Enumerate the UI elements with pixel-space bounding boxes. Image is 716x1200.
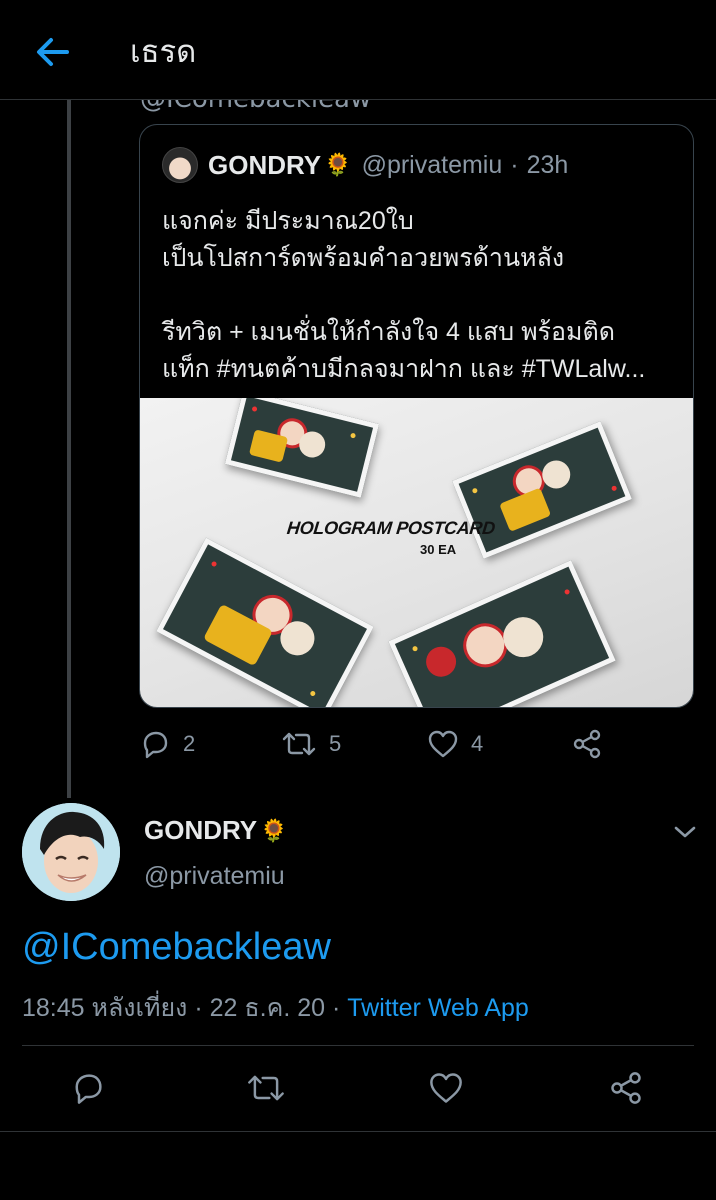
share-icon: [611, 1072, 641, 1104]
quoted-tweet-time: 23h: [526, 150, 569, 179]
heart-icon: [428, 730, 458, 758]
reply-count: 2: [183, 731, 196, 756]
postcard-image-subtitle: 30 EA: [420, 542, 457, 557]
quoted-tweet-card[interactable]: GONDRY 🌻 @privatemiu · 23h แจกค่ะ มีประม…: [139, 124, 694, 708]
postcard-image: [388, 560, 616, 707]
quoted-text-blank-line: [162, 277, 682, 314]
chevron-down-icon: [674, 826, 696, 838]
author-avatar[interactable]: [22, 803, 120, 901]
author-name-row[interactable]: GONDRY 🌻: [144, 815, 288, 846]
quoted-text-line: เป็นโปสการ์ดพร้อมคำอวยพรด้านหลัง: [162, 244, 565, 272]
postcard-image-title: HOLOGRAM POSTCARD: [286, 518, 497, 538]
tweet-time[interactable]: 18:45 หลังเที่ยง: [22, 994, 187, 1022]
page-title: เธรด: [130, 34, 197, 70]
retweet-count: 5: [329, 731, 342, 756]
retweet-icon: [248, 1075, 284, 1101]
heart-icon: [430, 1073, 462, 1103]
like-count: 4: [471, 731, 484, 756]
postcard-image: [156, 537, 374, 707]
tweet-text-mention[interactable]: @IComebackleaw: [22, 926, 331, 969]
separator-dot: ·: [331, 994, 341, 1022]
share-button[interactable]: [608, 1068, 644, 1108]
sunflower-emoji: 🌻: [324, 152, 352, 178]
tweet-action-bar: [70, 1068, 650, 1108]
retweet-button[interactable]: 5: [281, 724, 341, 764]
author-handle[interactable]: @privatemiu: [144, 862, 285, 891]
quoted-tweet-actions: 2 5 4: [139, 724, 609, 764]
quoted-author-avatar: [162, 147, 198, 183]
quoted-tweet-media[interactable]: HOLOGRAM POSTCARD 30 EA: [140, 398, 693, 707]
quoted-author-handle: @privatemiu: [361, 150, 503, 179]
postcard-image: [224, 398, 380, 498]
retweet-icon: [282, 732, 316, 756]
separator-dot: ·: [194, 994, 203, 1022]
divider: [22, 1045, 694, 1046]
share-button[interactable]: [571, 724, 603, 764]
reply-button[interactable]: 2: [139, 724, 195, 764]
back-button[interactable]: [30, 30, 74, 74]
sunflower-emoji: 🌻: [260, 817, 288, 843]
author-name: GONDRY: [144, 815, 258, 845]
divider: [0, 1131, 716, 1132]
tweet-metadata: 18:45 หลังเที่ยง · 22 ธ.ค. 20 · Twitter …: [22, 988, 529, 1028]
arrow-left-icon: [37, 38, 69, 66]
tweet-options-button[interactable]: [668, 815, 702, 849]
separator-dot: ·: [510, 150, 519, 179]
like-button[interactable]: 4: [427, 724, 483, 764]
reply-icon: [143, 731, 168, 759]
quoted-text-line: แท็ก #ทนตค้าบมีกลจมาฝาก และ #TWLalw...: [162, 355, 646, 383]
reply-icon: [75, 1074, 102, 1104]
tweet-source-link[interactable]: Twitter Web App: [347, 994, 529, 1022]
quoted-text-line: รีทวิต + เมนชั่นให้กำลังใจ 4 แสบ พร้อมติ…: [162, 318, 615, 346]
like-button[interactable]: [428, 1068, 464, 1108]
thread-connector-line: [67, 100, 71, 798]
quoted-author-name: GONDRY: [208, 149, 322, 180]
reply-button[interactable]: [70, 1068, 106, 1108]
author-photo: [22, 803, 120, 901]
quoted-tweet-header: GONDRY 🌻 @privatemiu · 23h: [162, 145, 568, 185]
top-app-bar: เธรด: [0, 0, 716, 100]
share-icon: [573, 729, 601, 759]
retweet-button[interactable]: [246, 1068, 286, 1108]
quoted-text-line: แจกค่ะ มีประมาณ20ใบ: [162, 207, 414, 235]
quoted-tweet-text: แจกค่ะ มีประมาณ20ใบ เป็นโปสการ์ดพร้อมคำอ…: [162, 203, 682, 388]
tweet-date[interactable]: 22 ธ.ค. 20: [210, 994, 325, 1022]
